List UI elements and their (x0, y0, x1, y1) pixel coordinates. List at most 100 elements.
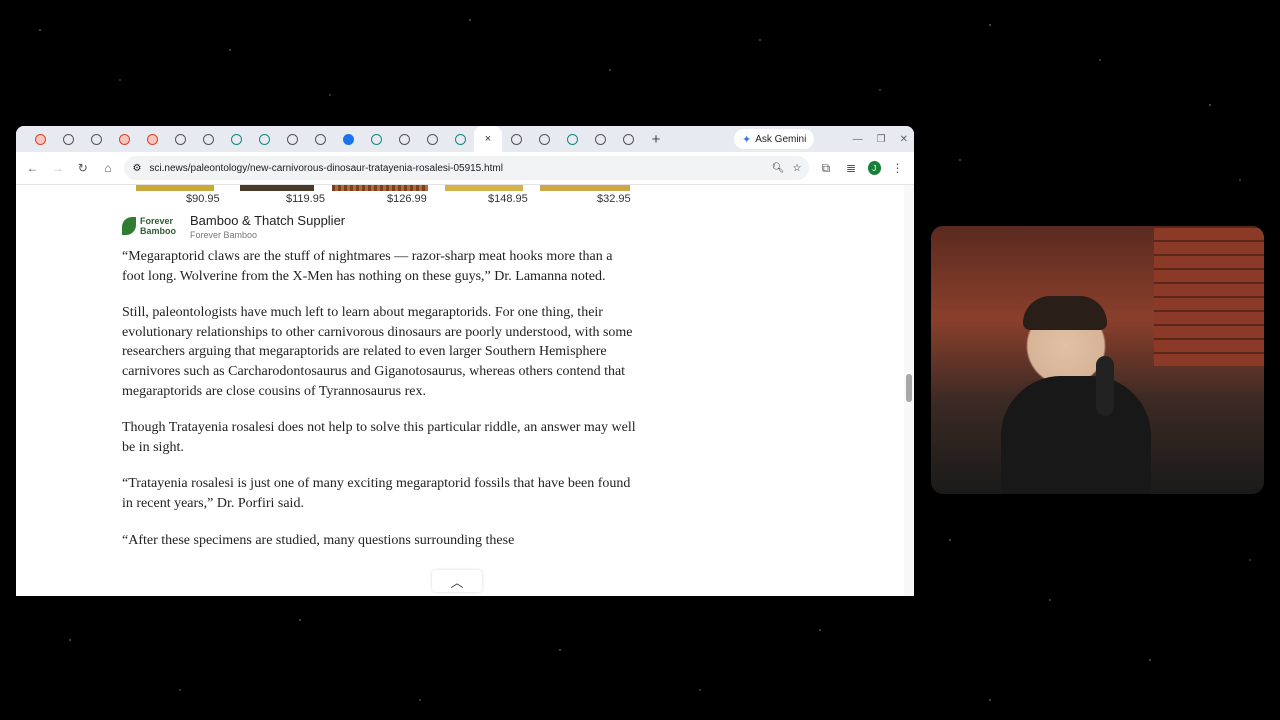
article-paragraph: “Tratayenia rosalesi is just one of many… (122, 476, 631, 511)
tab-favicon (426, 133, 438, 145)
presenter-hair (1023, 296, 1107, 330)
product-price: $148.95 (488, 193, 528, 205)
tab-favicon (146, 133, 158, 145)
browser-window: × + ✦ Ask Gemini — ❐ ✕ ← → ↻ ⌂ ⚙ sci.new… (16, 126, 914, 596)
product-price: $90.95 (186, 193, 220, 205)
advertiser-name[interactable]: Bamboo & Thatch Supplier (190, 213, 345, 228)
ask-gemini-label: Ask Gemini (755, 133, 807, 145)
brick-wall (1154, 226, 1264, 366)
product-image[interactable] (136, 185, 214, 191)
site-info-icon[interactable]: ⚙ (132, 163, 141, 174)
tab[interactable] (54, 126, 82, 152)
tab-favicon (594, 133, 606, 145)
window-controls: — ❐ ✕ (853, 126, 908, 152)
tab[interactable] (82, 126, 110, 152)
product-image[interactable] (445, 185, 523, 191)
tab[interactable] (334, 126, 362, 152)
tab[interactable] (362, 126, 390, 152)
tab-favicon (454, 133, 466, 145)
close-tab-icon[interactable]: × (485, 133, 491, 145)
maximize-icon[interactable]: ❐ (877, 134, 886, 145)
microphone-icon (1096, 356, 1114, 416)
tab-favicon (62, 133, 74, 145)
advertiser-block[interactable]: Forever Bamboo Bamboo & Thatch Supplier … (122, 209, 637, 247)
tab[interactable] (110, 126, 138, 152)
gemini-sparkle-icon: ✦ (742, 133, 752, 146)
tab-favicon (342, 133, 354, 145)
tab-favicon (566, 133, 578, 145)
ask-gemini-button[interactable]: ✦ Ask Gemini (734, 129, 815, 149)
article-paragraph: Still, paleontologists have much left to… (122, 305, 633, 399)
tab[interactable] (222, 126, 250, 152)
tab[interactable] (558, 126, 586, 152)
tab[interactable] (250, 126, 278, 152)
webcam-overlay (931, 226, 1264, 494)
tab-favicon (258, 133, 270, 145)
presenter (1001, 376, 1151, 494)
article-paragraph: “Megaraptorid claws are the stuff of nig… (122, 249, 613, 284)
scrollbar-thumb[interactable] (906, 374, 912, 402)
tab-favicon (34, 133, 46, 145)
product-image[interactable] (332, 185, 428, 191)
tab-favicon (118, 133, 130, 145)
tab[interactable] (586, 126, 614, 152)
product-image[interactable] (540, 185, 630, 191)
reload-icon[interactable]: ↻ (74, 161, 91, 175)
tab[interactable] (446, 126, 474, 152)
product-price: $126.99 (387, 193, 427, 205)
zoom-icon[interactable]: 🔍︎ (772, 163, 785, 174)
tab-favicon (510, 133, 522, 145)
tab[interactable] (418, 126, 446, 152)
tab-favicon (398, 133, 410, 145)
tab-favicon (370, 133, 382, 145)
article-body: $90.95 $119.95 $126.99 $148.95 $32.95 Fo… (122, 185, 637, 567)
article-paragraph: “After these specimens are studied, many… (122, 532, 515, 548)
profile-avatar[interactable]: J (867, 161, 881, 175)
tab[interactable] (194, 126, 222, 152)
active-tab[interactable]: × (474, 126, 502, 152)
tab-favicon (230, 133, 242, 145)
tab-favicon (90, 133, 102, 145)
page-viewport: $90.95 $119.95 $126.99 $148.95 $32.95 Fo… (16, 185, 914, 596)
tab-favicon (538, 133, 550, 145)
close-window-icon[interactable]: ✕ (900, 134, 908, 145)
article-paragraph: Though Tratayenia rosalesi does not help… (122, 420, 636, 455)
url-text[interactable]: sci.news/paleontology/new-carnivorous-di… (149, 163, 763, 174)
product-price: $119.95 (286, 193, 325, 205)
tab[interactable] (502, 126, 530, 152)
tab-favicon (286, 133, 298, 145)
leaf-icon (122, 217, 136, 235)
advertiser-subtitle: Forever Bamboo (190, 230, 258, 240)
minimize-icon[interactable]: — (853, 134, 863, 145)
ad-product-strip[interactable]: $90.95 $119.95 $126.99 $148.95 $32.95 (122, 185, 637, 209)
product-price: $32.95 (597, 193, 631, 205)
scroll-to-top-button[interactable]: ︿ (432, 570, 482, 592)
logo-text: Forever Bamboo (140, 216, 176, 236)
tab-strip: × + ✦ Ask Gemini — ❐ ✕ (16, 126, 914, 152)
tab[interactable] (26, 126, 54, 152)
tab[interactable] (530, 126, 558, 152)
scrollbar[interactable] (904, 185, 914, 596)
back-icon[interactable]: ← (24, 161, 41, 175)
bookmark-star-icon[interactable]: ☆ (792, 163, 801, 174)
tab-favicon (202, 133, 214, 145)
home-icon[interactable]: ⌂ (99, 161, 116, 175)
product-image[interactable] (240, 185, 314, 191)
tab[interactable] (278, 126, 306, 152)
address-bar[interactable]: ⚙ sci.news/paleontology/new-carnivorous-… (124, 156, 810, 180)
new-tab-button[interactable]: + (642, 131, 670, 148)
reading-list-icon[interactable]: ≣ (843, 161, 860, 175)
forward-icon[interactable]: → (49, 161, 66, 175)
chevron-up-icon: ︿ (450, 574, 464, 590)
tab-search-icon[interactable]: ⧉ (817, 161, 834, 176)
tab[interactable] (166, 126, 194, 152)
tab[interactable] (614, 126, 642, 152)
tab[interactable] (390, 126, 418, 152)
browser-toolbar: ← → ↻ ⌂ ⚙ sci.news/paleontology/new-carn… (16, 152, 914, 185)
tab-favicon (622, 133, 634, 145)
tab[interactable] (306, 126, 334, 152)
advertiser-logo: Forever Bamboo (122, 213, 180, 239)
menu-icon[interactable]: ⋮ (889, 161, 906, 175)
tab[interactable] (138, 126, 166, 152)
tab-favicon (174, 133, 186, 145)
